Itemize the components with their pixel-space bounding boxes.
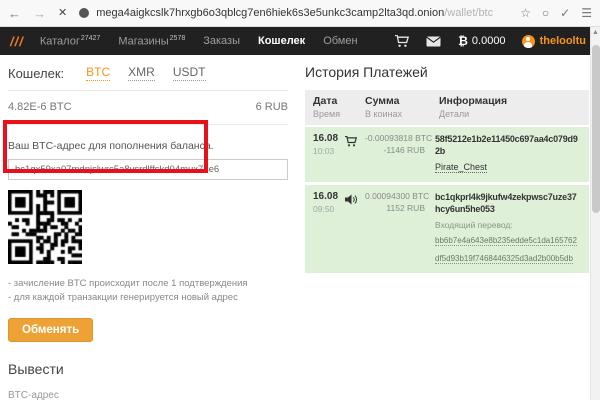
cart-icon [345,133,365,175]
balance-btc: 4.82E-6 BTC [8,101,72,113]
qr-code [8,190,82,264]
nav-item-catalog[interactable]: Каталог27427 [40,35,100,48]
tab-xmr[interactable]: XMR [128,65,155,81]
deposit-notes: - зачисление BTC происходит после 1 подт… [8,277,288,305]
history-table-header: Дата Время Сумма В коинах Информация Дет… [305,90,589,125]
tx-address: bc1qkprl4k9jkufw4zekpwsc7uze37hcy6un5he0… [435,191,581,215]
tx-hash: 58f5212e1b2e11450c697aa4c079d92b [435,133,581,157]
balance-rub: 6 RUB [256,101,288,113]
history-panel: История Платежей Дата Время Сумма В коин… [305,55,589,273]
tab-usdt[interactable]: USDT [173,65,206,81]
tx-date: 16.08 [313,191,345,202]
messages-envelope-icon[interactable] [426,36,441,47]
browser-toolbar: ← → ✕ mega4aigkcslk7hrxgb6o3qblcg7en6hie… [0,0,600,27]
balance-row: 4.82E-6 BTC 6 RUB [8,91,288,125]
col-sum: Сумма В коинах [365,95,429,119]
scrollbar-up-arrow[interactable]: ▲ [591,29,600,36]
cart-icon[interactable] [395,35,409,48]
extension-check-icon[interactable]: ✓ [560,7,570,19]
nav-item-wallet[interactable]: Кошелек [258,35,305,47]
exchange-button[interactable]: Обменять [8,318,93,342]
site-favicon [79,8,89,18]
address-bar[interactable]: mega4aigkcslk7hrxgb6o3qblcg7en6hiek6s3e5… [79,7,501,19]
wallet-tabs: Кошелек: BTC XMR USDT [8,55,288,91]
history-table: Дата Время Сумма В коинах Информация Дет… [305,90,589,273]
back-icon[interactable]: ← [8,7,21,20]
scrollbar-thumb[interactable] [592,45,600,213]
col-date: Дата Время [313,95,365,119]
tx-amount-rub: -1146 RUB [365,145,425,155]
nav-right: ₿ 0.0000 thelooltu [378,34,586,48]
nav-item-exchange[interactable]: Обмен [323,35,357,47]
mega-logo[interactable]: /// [10,34,24,49]
history-row-incoming[interactable]: 16.08 09:50 0.00094300 BTC 1152 RUB bc1q… [305,185,589,273]
url-text: mega4aigkcslk7hrxgb6o3qblcg7en6hiek6s3e5… [96,7,493,19]
url-path: /wallet/btc [444,7,493,19]
menu-icon[interactable]: ☰ [581,7,592,19]
tx-time: 09:50 [313,204,345,214]
deposit-address-input[interactable] [8,159,288,180]
toolbar-actions: ☆ ○ ✓ ☰ [509,7,592,19]
page-scrollbar[interactable]: ▲ [590,27,600,400]
url-host: mega4aigkcslk7hrxgb6o3qblcg7en6hiek6s3e5… [96,7,444,19]
wallet-label: Кошелек: [8,66,64,81]
withdraw-address-label: BTC-адрес [8,390,288,400]
col-info: Информация Детали [429,95,581,119]
tab-btc[interactable]: BTC [86,65,110,81]
withdraw-title: Вывести [8,361,288,377]
username: thelooltu [540,35,586,47]
transfer-hash-link[interactable]: bb6b7e4a643e8b235edde5c1da165762df5d93b1… [435,236,577,264]
main-nav: /// Каталог27427 Магазины2578 Заказы Кош… [0,27,600,55]
history-row-purchase[interactable]: 16.08 10:03 -0.00093818 BTC -1146 RUB 58… [305,127,589,182]
bookmark-star-icon[interactable]: ☆ [520,7,531,19]
shops-count-badge: 2578 [170,35,186,42]
tx-amount-btc: -0.00093818 BTC [365,133,425,143]
nav-item-orders[interactable]: Заказы [203,35,240,47]
tx-amount-btc: 0.00094300 BTC [365,191,425,201]
wallet-panel: Кошелек: BTC XMR USDT 4.82E-6 BTC 6 RUB … [0,55,296,400]
deposit-address-label: Ваш BTC-адрес для пополнения баланса. [8,140,288,152]
note-new-address: - для каждой транзакции генерируется нов… [8,291,288,305]
history-title: История Платежей [305,64,589,80]
forward-icon[interactable]: → [33,7,46,20]
avatar [522,35,535,48]
shop-link[interactable]: Pirate_Chest [435,162,487,173]
tx-date: 16.08 [313,133,345,144]
tx-time: 10:03 [313,146,345,156]
catalog-count-badge: 27427 [81,35,100,42]
btc-symbol: ₿ [458,34,468,48]
shield-icon[interactable]: ○ [542,7,549,19]
note-confirmations: - зачисление BTC происходит после 1 подт… [8,277,288,291]
stop-icon[interactable]: ✕ [58,8,67,19]
tx-amount-rub: 1152 RUB [365,203,425,213]
user-menu[interactable]: thelooltu [522,35,586,48]
btc-balance-value: 0.0000 [472,35,506,47]
nav-item-shops[interactable]: Магазины2578 [118,35,185,48]
transfer-label: Входящий перевод: [435,220,581,230]
speaker-icon [345,191,365,266]
btc-balance[interactable]: ₿ 0.0000 [458,34,505,48]
